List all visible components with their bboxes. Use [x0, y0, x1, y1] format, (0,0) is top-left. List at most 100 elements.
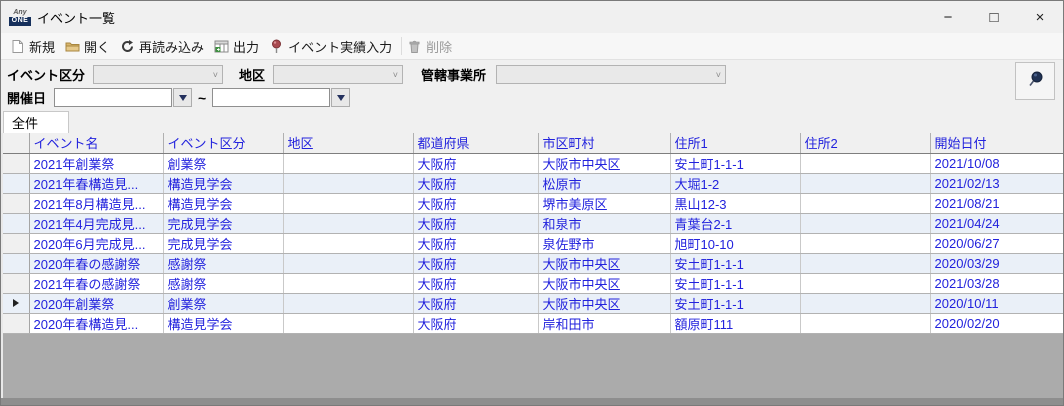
column-header-event-name[interactable]: イベント名: [29, 133, 164, 154]
trash-icon: [407, 39, 422, 54]
cell-prefecture: 大阪府: [413, 193, 539, 214]
office-dropdown[interactable]: ˅: [496, 65, 727, 84]
event-list-window: Any ONE イベント一覧 − □ × 新規 開く 再読み込み 出力 イベント…: [0, 0, 1064, 406]
cell-address1: 安土町1-1-1: [670, 273, 801, 294]
row-selector[interactable]: [3, 253, 30, 274]
header-row-selector: [3, 133, 30, 154]
bottom-strip: [1, 398, 1063, 405]
cell-city: 堺市美原区: [538, 193, 671, 214]
close-button[interactable]: ×: [1017, 1, 1063, 33]
table-row[interactable]: 2020年春構造見... 構造見学会 大阪府 岸和田市 額原町111 2020/…: [3, 313, 1063, 334]
delete-button[interactable]: 削除: [404, 34, 459, 58]
cell-district: [283, 273, 414, 294]
title-bar: Any ONE イベント一覧 − □ ×: [1, 1, 1063, 33]
cell-category: 構造見学会: [163, 313, 284, 334]
cell-address2: [800, 173, 931, 194]
cell-prefecture: 大阪府: [413, 173, 539, 194]
table-row[interactable]: 2021年創業祭 創業祭 大阪府 大阪市中央区 安土町1-1-1 2021/10…: [3, 153, 1063, 174]
cell-address2: [800, 313, 931, 334]
column-header-start-date[interactable]: 開始日付: [930, 133, 1063, 154]
table-row[interactable]: 2020年6月完成見... 完成見学会 大阪府 泉佐野市 旭町10-10 202…: [3, 233, 1063, 254]
cell-prefecture: 大阪府: [413, 273, 539, 294]
cell-prefecture: 大阪府: [413, 233, 539, 254]
table-row[interactable]: 2021年春構造見... 構造見学会 大阪府 松原市 大堀1-2 2021/02…: [3, 173, 1063, 194]
date-from-input[interactable]: [54, 88, 173, 107]
row-selector[interactable]: [3, 293, 30, 314]
cell-start-date: 2020/10/11: [930, 293, 1063, 314]
district-dropdown[interactable]: ˅: [273, 65, 404, 84]
pin-panel-button[interactable]: [1015, 62, 1055, 100]
column-header-city[interactable]: 市区町村: [538, 133, 671, 154]
event-category-label: イベント区分: [7, 68, 86, 83]
cell-address1: 旭町10-10: [670, 233, 801, 254]
table-row[interactable]: 2021年春の感謝祭 感謝祭 大阪府 大阪市中央区 安土町1-1-1 2021/…: [3, 273, 1063, 294]
cell-district: [283, 213, 414, 234]
row-selector[interactable]: [3, 233, 30, 254]
cell-district: [283, 313, 414, 334]
table-row[interactable]: 2021年4月完成見... 完成見学会 大阪府 和泉市 青葉台2-1 2021/…: [3, 213, 1063, 234]
cell-prefecture: 大阪府: [413, 313, 539, 334]
date-range-separator: ~: [198, 89, 207, 106]
cell-event-name: 2021年春の感謝祭: [29, 273, 164, 294]
output-button[interactable]: 出力: [211, 34, 266, 58]
minimize-button[interactable]: −: [925, 1, 971, 33]
open-button[interactable]: 開く: [62, 34, 117, 58]
current-row-arrow: [12, 299, 19, 307]
event-category-dropdown[interactable]: ˅: [93, 65, 224, 84]
cell-city: 大阪市中央区: [538, 153, 671, 174]
row-selector[interactable]: [3, 153, 30, 174]
cell-address1: 安土町1-1-1: [670, 253, 801, 274]
tab-all[interactable]: 全件: [3, 111, 69, 133]
cell-district: [283, 173, 414, 194]
cell-district: [283, 253, 414, 274]
chevron-down-icon: ˅: [715, 69, 722, 80]
cell-event-name: 2021年春構造見...: [29, 173, 164, 194]
cell-prefecture: 大阪府: [413, 293, 539, 314]
app-logo-icon: Any ONE: [9, 9, 31, 26]
table-row[interactable]: 2020年春の感謝祭 感謝祭 大阪府 大阪市中央区 安土町1-1-1 2020/…: [3, 253, 1063, 274]
cell-city: 和泉市: [538, 213, 671, 234]
filter-panel: イベント区分 ˅ 地区 ˅ 管轄事業所 ˅ 開催日 ~: [1, 60, 1063, 111]
date-to-input[interactable]: [212, 88, 331, 107]
cell-start-date: 2021/04/24: [930, 213, 1063, 234]
new-button-label: 新規: [29, 39, 56, 55]
date-to-picker-button[interactable]: [331, 88, 351, 107]
row-selector[interactable]: [3, 273, 30, 294]
cell-category: 感謝祭: [163, 253, 284, 274]
tab-strip: 全件: [1, 111, 1063, 133]
chevron-down-icon: ˅: [212, 69, 219, 80]
window-controls: − □ ×: [925, 1, 1063, 33]
table-row[interactable]: 2021年8月構造見... 構造見学会 大阪府 堺市美原区 黒山12-3 202…: [3, 193, 1063, 214]
table-row[interactable]: 2020年創業祭 創業祭 大阪府 大阪市中央区 安土町1-1-1 2020/10…: [3, 293, 1063, 314]
row-selector[interactable]: [3, 193, 30, 214]
pushpin-red-icon: [269, 39, 284, 54]
district-label: 地区: [239, 68, 266, 83]
column-header-prefecture[interactable]: 都道府県: [413, 133, 539, 154]
column-header-district[interactable]: 地区: [283, 133, 414, 154]
reload-button[interactable]: 再読み込み: [117, 34, 211, 58]
column-header-category[interactable]: イベント区分: [163, 133, 284, 154]
cell-prefecture: 大阪府: [413, 213, 539, 234]
cell-start-date: 2020/02/20: [930, 313, 1063, 334]
new-button[interactable]: 新規: [7, 34, 62, 58]
cell-city: 岸和田市: [538, 313, 671, 334]
cell-district: [283, 293, 414, 314]
date-from-picker-button[interactable]: [173, 88, 193, 107]
column-header-address1[interactable]: 住所1: [670, 133, 801, 154]
maximize-button[interactable]: □: [971, 1, 1017, 33]
reload-icon: [120, 39, 135, 54]
cell-event-name: 2020年創業祭: [29, 293, 164, 314]
window-title: イベント一覧: [37, 10, 116, 26]
cell-city: 大阪市中央区: [538, 273, 671, 294]
row-selector[interactable]: [3, 173, 30, 194]
cell-event-name: 2021年4月完成見...: [29, 213, 164, 234]
cell-prefecture: 大阪府: [413, 253, 539, 274]
export-table-icon: [214, 39, 229, 54]
cell-category: 構造見学会: [163, 173, 284, 194]
event-result-button[interactable]: イベント実績入力: [266, 34, 399, 58]
column-header-address2[interactable]: 住所2: [800, 133, 931, 154]
row-selector[interactable]: [3, 313, 30, 334]
delete-button-label: 削除: [426, 39, 453, 55]
row-selector[interactable]: [3, 213, 30, 234]
cell-event-name: 2021年8月構造見...: [29, 193, 164, 214]
